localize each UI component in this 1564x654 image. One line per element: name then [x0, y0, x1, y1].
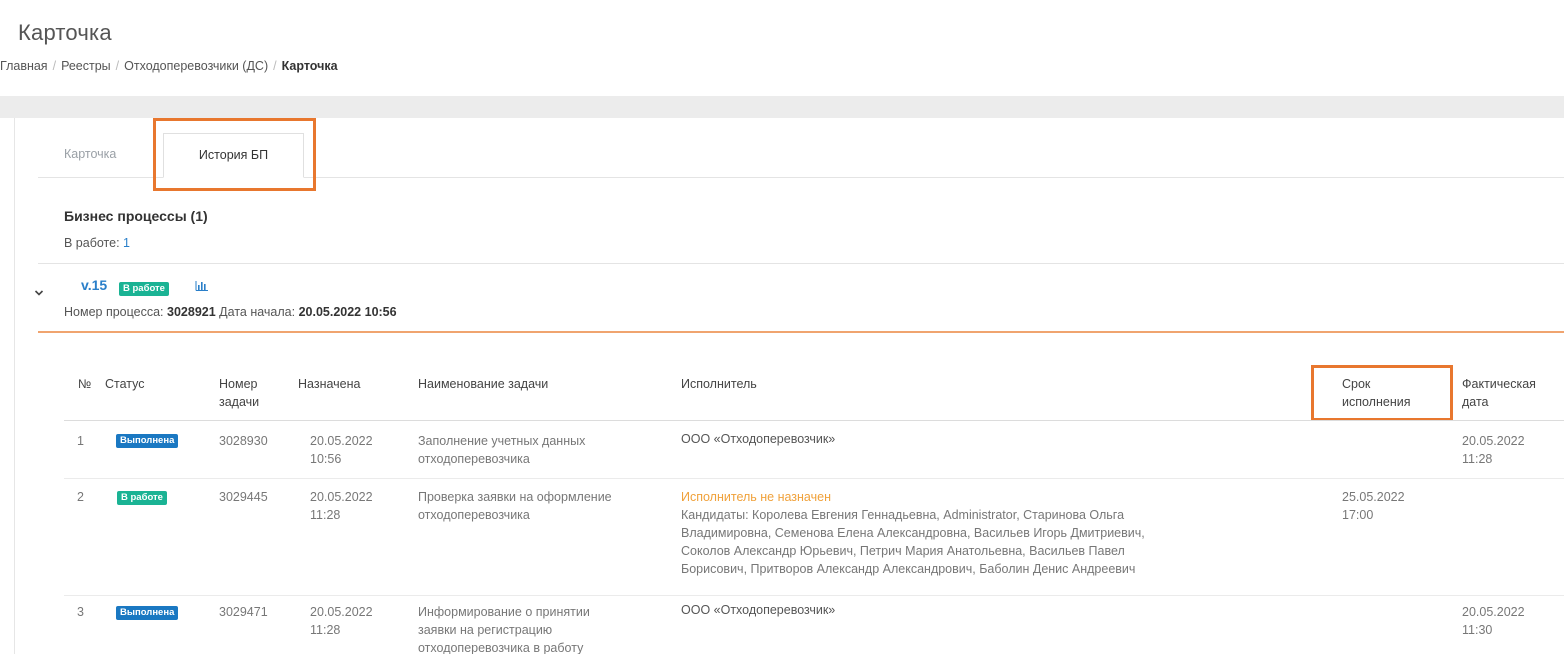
in-work-count[interactable]: 1: [123, 236, 130, 250]
row1-task-name: Заполнение учетных данных отходоперевозч…: [418, 432, 585, 468]
row3-num: 3: [77, 605, 84, 619]
col-header-actual-date-line2: дата: [1462, 395, 1489, 409]
row2-candidates-line1: Кандидаты: Королева Евгения Геннадьевна,…: [681, 508, 1125, 522]
process-start-label: Дата начала:: [219, 305, 296, 319]
process-status-badge: В работе: [119, 282, 169, 296]
process-version-link[interactable]: v.15: [81, 277, 107, 293]
row2-assigned-time: 11:28: [310, 508, 341, 522]
row1-assigned-time: 10:56: [310, 452, 342, 466]
row2-task-number[interactable]: 3029445: [219, 488, 268, 506]
breadcrumb-separator: /: [115, 59, 120, 73]
tab-card[interactable]: Карточка: [64, 147, 116, 161]
col-header-deadline-line2: исполнения: [1342, 395, 1411, 409]
row2-task-name-line2: отходоперевозчика: [418, 508, 530, 522]
row1-task-name-line1: Заполнение учетных данных: [418, 434, 586, 448]
section-divider: [38, 263, 1564, 264]
row-divider: [64, 478, 1564, 479]
col-header-task-number-line1: Номер: [219, 377, 258, 391]
row2-deadline-date: 25.05.2022: [1342, 490, 1405, 504]
row3-actual-date: 20.05.2022 11:30: [1462, 603, 1525, 639]
row1-task-name-line2: отходоперевозчика: [418, 452, 530, 466]
row1-status-badge: Выполнена: [116, 434, 179, 448]
content-border: [14, 118, 15, 654]
breadcrumb-registries-link[interactable]: Реестры: [61, 59, 111, 73]
col-header-task-number-line2: задачи: [219, 395, 260, 409]
row-divider: [64, 595, 1564, 596]
row2-num: 2: [77, 490, 84, 504]
row1-actual-date-date: 20.05.2022: [1462, 434, 1525, 448]
breadcrumb-current: Карточка: [281, 59, 338, 73]
row1-num: 1: [77, 434, 84, 448]
col-header-actual-date-line1: Фактическая: [1462, 377, 1536, 391]
col-header-deadline: Срок исполнения: [1342, 375, 1410, 411]
row3-assigned-time: 11:28: [310, 623, 341, 637]
process-divider: [38, 331, 1564, 333]
col-header-task-name: Наименование задачи: [418, 377, 549, 391]
col-header-task-number: Номер задачи: [219, 375, 259, 411]
row1-assigned-date: 20.05.2022: [310, 434, 373, 448]
col-header-status: Статус: [105, 377, 145, 391]
row3-task-name-line1: Информирование о принятии: [418, 605, 590, 619]
breadcrumb-carriers-link[interactable]: Отходоперевозчики (ДС): [124, 59, 268, 73]
row2-status-badge: В работе: [117, 491, 167, 505]
row3-task-number[interactable]: 3029471: [219, 603, 268, 621]
breadcrumb: Главная / Реестры / Отходоперевозчики (ДС) / К…: [0, 59, 338, 73]
row3-task-name-line3: отходоперевозчика в работу: [418, 641, 584, 654]
breadcrumb-home-link[interactable]: Главная: [0, 59, 48, 73]
chevron-down-icon[interactable]: [34, 288, 44, 298]
row3-task-name-line2: заявки на регистрацию: [418, 623, 553, 637]
row2-executor-warning: Исполнитель не назначен: [681, 490, 831, 504]
row1-actual-date: 20.05.2022 11:28: [1462, 432, 1525, 468]
col-header-executor: Исполнитель: [681, 377, 757, 391]
row2-candidates-line4: Борисович, Притворов Александр Александр…: [681, 562, 1136, 576]
business-processes-title: Бизнес процессы (1): [64, 208, 208, 224]
page-title: Карточка: [18, 20, 112, 45]
row3-status-badge: Выполнена: [116, 606, 179, 620]
col-header-assigned: Назначена: [298, 377, 361, 391]
row2-deadline: 25.05.2022 17:00: [1342, 488, 1405, 524]
in-work-summary: В работе: 1: [64, 236, 130, 250]
row2-assigned-date: 20.05.2022: [310, 490, 373, 504]
row3-actual-date-time: 11:30: [1462, 623, 1493, 637]
col-header-num: №: [78, 377, 92, 391]
process-start-date: 20.05.2022 10:56: [298, 305, 397, 319]
bar-chart-icon[interactable]: [195, 279, 209, 291]
breadcrumb-separator: /: [52, 59, 57, 73]
process-number: 3028921: [167, 305, 216, 319]
row3-executor: ООО «Отходоперевозчик»: [681, 603, 836, 617]
row1-task-number[interactable]: 3028930: [219, 432, 268, 450]
row2-candidates-line2: Владимировна, Семенова Елена Александров…: [681, 526, 1145, 540]
row3-assigned-date: 20.05.2022: [310, 605, 373, 619]
row1-actual-date-time: 11:28: [1462, 452, 1493, 466]
header-divider-band: [0, 96, 1564, 118]
row1-executor: ООО «Отходоперевозчик»: [681, 432, 836, 446]
breadcrumb-separator: /: [273, 59, 277, 73]
col-header-actual-date: Фактическая дата: [1462, 375, 1536, 411]
in-work-label: В работе:: [64, 236, 120, 250]
process-number-label: Номер процесса:: [64, 305, 164, 319]
row2-task-name-line1: Проверка заявки на оформление: [418, 490, 612, 504]
row3-task-name: Информирование о принятии заявки на реги…: [418, 603, 590, 654]
process-info: Номер процесса: 3028921 Дата начала: 20.…: [64, 305, 397, 319]
row1-assigned: 20.05.2022 10:56: [310, 432, 373, 468]
row3-actual-date-date: 20.05.2022: [1462, 605, 1525, 619]
row2-candidates-line3: Соколов Александр Юрьевич, Петрич Мария …: [681, 544, 1125, 558]
row2-task-name: Проверка заявки на оформление отходопере…: [418, 488, 612, 524]
table-header-divider: [64, 420, 1564, 421]
row2-deadline-time: 17:00: [1342, 508, 1374, 522]
row2-executor: Исполнитель не назначен Кандидаты: Корол…: [681, 488, 1145, 578]
tab-bp-history[interactable]: История БП: [163, 133, 304, 178]
col-header-deadline-line1: Срок: [1342, 377, 1371, 391]
row2-assigned: 20.05.2022 11:28: [310, 488, 373, 524]
row3-assigned: 20.05.2022 11:28: [310, 603, 373, 639]
